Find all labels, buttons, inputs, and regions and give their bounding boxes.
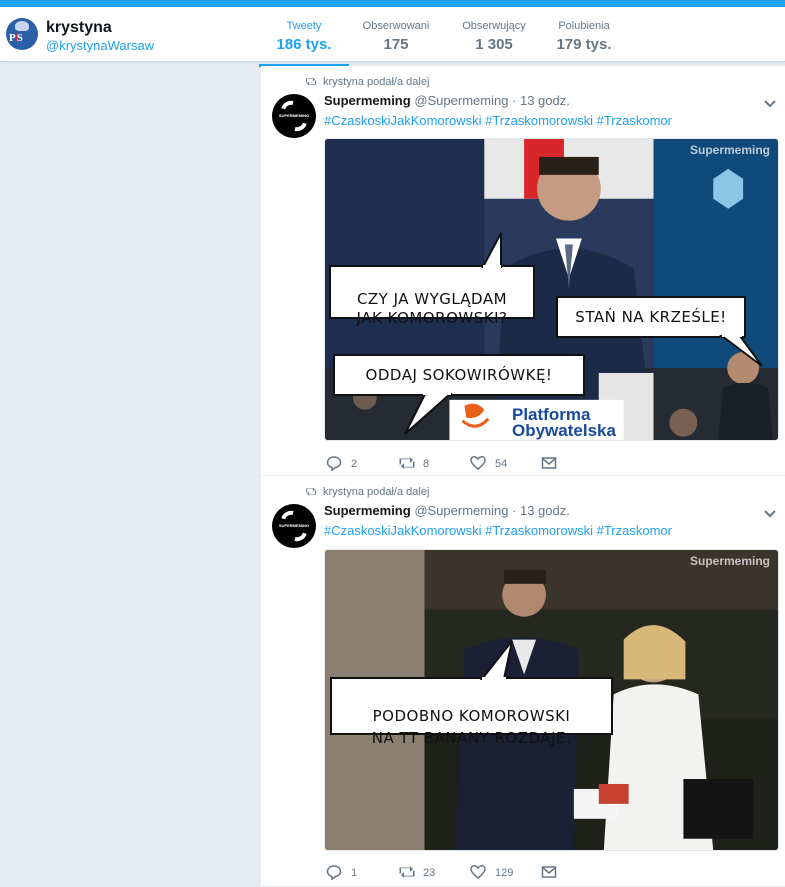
chevron-down-icon[interactable] — [763, 96, 777, 110]
heart-icon — [470, 865, 486, 879]
chevron-down-icon[interactable] — [763, 506, 777, 520]
retweet-context: krystyna podał/a dalej — [305, 76, 429, 88]
like-count: 129 — [495, 867, 514, 879]
retweet-count: 23 — [423, 867, 436, 879]
retweet-icon — [306, 77, 316, 86]
speech-bubble: ODDAJ SOKOWIRÓWKĘ! — [333, 354, 585, 435]
logo-text: Platforma Obywatelska — [512, 405, 616, 440]
author-avatar[interactable]: SUPERMEMING — [272, 504, 316, 548]
stat-value: 175 — [383, 36, 409, 53]
stat-followers[interactable]: Obserwujący 1 305 — [456, 20, 532, 53]
reply-icon — [326, 865, 342, 880]
speech-bubble: STAŃ NA KRZEŚLE! — [556, 296, 763, 367]
envelope-icon — [541, 866, 557, 878]
watermark: Supermeming — [689, 554, 770, 568]
profile-avatar[interactable]: PiS — [6, 18, 38, 50]
retweet-count: 8 — [423, 458, 430, 470]
heart-icon — [470, 456, 486, 470]
profile-header: PiS krystyna @krystynaWarsaw Tweety 186 … — [0, 7, 785, 67]
speech-bubble: PODOBNO KOMOROWSKI NA TT BANANY ROZDAJE. — [330, 640, 613, 747]
tweet-header: Supermeming @Supermeming · 13 godz. — [324, 503, 570, 518]
top-accent-bar — [0, 0, 785, 7]
retweet-icon — [399, 866, 415, 878]
stat-value: 1 305 — [475, 36, 513, 53]
retweet-icon — [399, 457, 415, 469]
stat-label: Tweety — [286, 20, 322, 32]
envelope-icon — [541, 457, 557, 469]
reply-icon — [326, 456, 342, 471]
stat-value: 186 tys. — [276, 36, 332, 53]
stat-value: 179 tys. — [556, 36, 612, 53]
stat-label: Polubienia — [558, 20, 610, 32]
tweet-hashtags[interactable]: #CzaskoskiJakKomorowski #Trzaskomorowski… — [324, 523, 672, 538]
author-handle-time[interactable]: @Supermeming · 13 godz. — [414, 503, 570, 518]
author-avatar[interactable]: SUPERMEMING — [272, 94, 316, 138]
retweet-context: krystyna podał/a dalej — [305, 486, 429, 498]
stat-label: Obserwujący — [462, 20, 526, 32]
tweet-image[interactable]: Supermeming PODOBNO KOMOROWSKI NA TT BAN… — [324, 549, 779, 851]
tweet-image[interactable]: Platforma Obywatelska Supermeming CZY JA… — [324, 138, 779, 441]
stat-likes[interactable]: Polubienia 179 tys. — [553, 20, 615, 53]
author-name[interactable]: Supermeming — [324, 503, 411, 518]
tweet-stream: krystyna podał/a dalej SUPERMEMING Super… — [261, 66, 785, 887]
like-count: 54 — [495, 458, 508, 470]
tweet-hashtags[interactable]: #CzaskoskiJakKomorowski #Trzaskomorowski… — [324, 113, 672, 128]
profile-name[interactable]: krystyna — [46, 19, 112, 37]
retweet-icon — [306, 487, 316, 496]
reply-count: 2 — [351, 458, 358, 470]
watermark: Supermeming — [689, 143, 770, 157]
stat-tweets[interactable]: Tweety 186 tys. — [259, 20, 349, 67]
tweet-header: Supermeming @Supermeming · 13 godz. — [324, 93, 570, 108]
speech-bubble: CZY JA WYGLĄDAM JAK KOMOROWSKI? — [329, 232, 535, 327]
author-handle-time[interactable]: @Supermeming · 13 godz. — [414, 93, 570, 108]
stat-label: Obserwowani — [362, 20, 430, 32]
stat-following[interactable]: Obserwowani 175 — [357, 20, 435, 53]
author-name[interactable]: Supermeming — [324, 93, 411, 108]
tweet[interactable]: krystyna podał/a dalej SUPERMEMING Super… — [261, 476, 785, 887]
profile-handle[interactable]: @krystynaWarsaw — [46, 38, 154, 53]
reply-count: 1 — [351, 867, 358, 879]
tweet[interactable]: krystyna podał/a dalej SUPERMEMING Super… — [261, 66, 785, 476]
